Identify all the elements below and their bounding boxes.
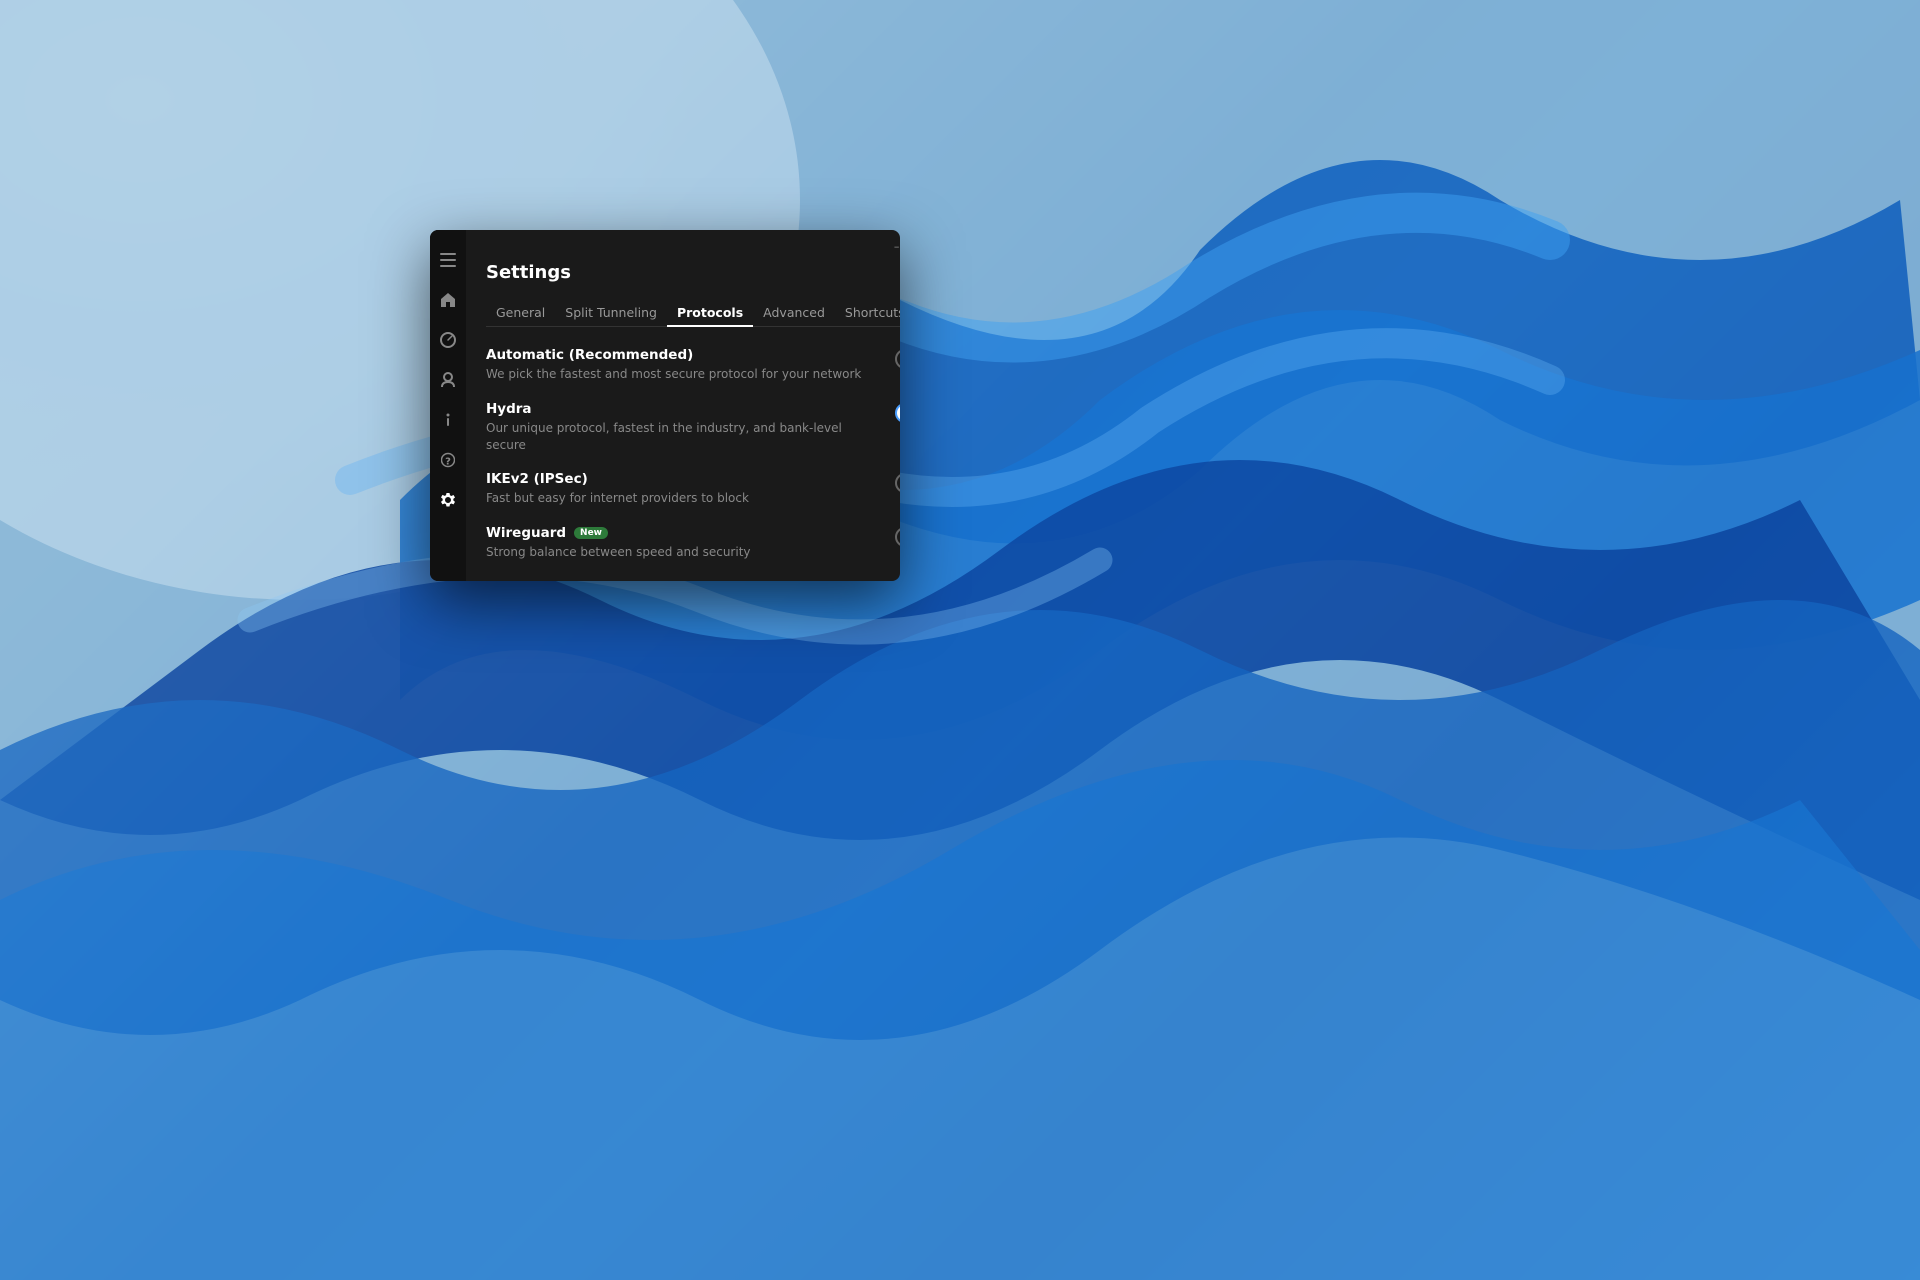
sidebar-icon-speed[interactable] [430, 322, 466, 358]
tab-general[interactable]: General [486, 299, 555, 326]
protocol-name-wireguard: Wireguard New [486, 525, 883, 541]
protocol-info-ikev2: IKEv2 (IPSec) Fast but easy for internet… [486, 471, 883, 507]
sidebar-icon-help[interactable]: ? [430, 442, 466, 478]
protocol-info-hydra: Hydra Our unique protocol, fastest in th… [486, 401, 883, 454]
wallpaper-waves [0, 0, 1920, 1280]
new-badge: New [574, 527, 608, 539]
sidebar-icon-info[interactable] [430, 402, 466, 438]
tabs-container: General Split Tunneling Protocols Advanc… [486, 299, 900, 327]
protocol-item-ikev2[interactable]: IKEv2 (IPSec) Fast but easy for internet… [486, 471, 900, 507]
protocol-info-automatic: Automatic (Recommended) We pick the fast… [486, 347, 883, 383]
protocol-list: Automatic (Recommended) We pick the fast… [486, 347, 900, 561]
settings-title: Settings [486, 262, 900, 283]
protocol-info-wireguard: Wireguard New Strong balance between spe… [486, 525, 883, 561]
radio-ikev2[interactable] [895, 473, 900, 493]
protocol-name-ikev2: IKEv2 (IPSec) [486, 471, 883, 487]
protocol-item-automatic[interactable]: Automatic (Recommended) We pick the fast… [486, 347, 900, 383]
sidebar: ? [430, 230, 466, 581]
sidebar-icon-settings[interactable] [430, 482, 466, 518]
protocol-desc-ikev2: Fast but easy for internet providers to … [486, 490, 883, 507]
tab-shortcuts[interactable]: Shortcuts [835, 299, 900, 326]
radio-wireguard[interactable] [895, 527, 900, 547]
protocol-desc-hydra: Our unique protocol, fastest in the indu… [486, 420, 883, 454]
tab-protocols[interactable]: Protocols [667, 299, 753, 326]
protocol-desc-wireguard: Strong balance between speed and securit… [486, 544, 883, 561]
tab-split-tunneling[interactable]: Split Tunneling [555, 299, 667, 326]
svg-text:?: ? [445, 457, 451, 468]
sidebar-icon-menu[interactable] [430, 242, 466, 278]
protocol-name-hydra: Hydra [486, 401, 883, 417]
minimize-button[interactable]: – [891, 240, 900, 252]
tab-advanced[interactable]: Advanced [753, 299, 835, 326]
sidebar-icon-home[interactable] [430, 282, 466, 318]
protocol-desc-automatic: We pick the fastest and most secure prot… [486, 366, 883, 383]
settings-body: Settings General Split Tunneling Protoco… [466, 262, 900, 581]
protocol-item-hydra[interactable]: Hydra Our unique protocol, fastest in th… [486, 401, 900, 454]
sidebar-icon-profile[interactable] [430, 362, 466, 398]
radio-automatic[interactable] [895, 349, 900, 369]
protocol-name-automatic: Automatic (Recommended) [486, 347, 883, 363]
desktop-background [0, 0, 1920, 1280]
radio-hydra[interactable] [895, 403, 900, 423]
protocol-item-wireguard[interactable]: Wireguard New Strong balance between spe… [486, 525, 900, 561]
main-content: – ✕ Settings General Split Tunneling Pro… [466, 230, 900, 581]
app-window: ? – ✕ Settings General Split Tunneling P… [430, 230, 900, 581]
title-bar: – ✕ [466, 230, 900, 262]
